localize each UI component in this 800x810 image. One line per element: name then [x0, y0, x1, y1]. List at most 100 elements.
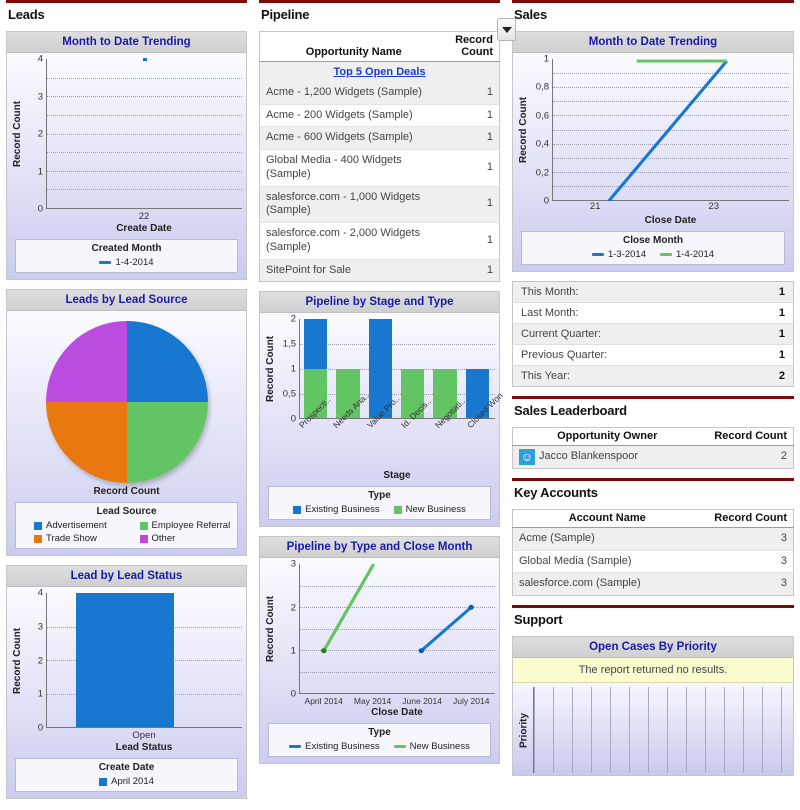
chart-body: Record Count 2 1,5 1 0,5 0 Prospecti.. N…: [260, 313, 505, 527]
y-tick: 0: [37, 203, 43, 215]
section-title-sales-leaderboard: Sales Leaderboard: [514, 403, 627, 418]
metric-row-this-month[interactable]: This Month: 1: [512, 281, 794, 303]
y-axis-ticks: 2 1,5 1 0,5 0: [277, 314, 299, 425]
x-tick: May 2014: [353, 696, 392, 707]
y-axis-label: Record Count: [12, 627, 23, 694]
column-sales: Sales Month to Date Trending Record Coun…: [497, 0, 800, 810]
cell-opportunity-name: Acme - 600 Widgets (Sample): [259, 126, 448, 150]
metric-row-this-year[interactable]: This Year: 2: [512, 365, 794, 387]
x-axis-ticks: April 2014 May 2014 June 2014 July 2014: [299, 694, 495, 706]
owner-name: Jacco Blankenspoor: [539, 450, 639, 462]
table-row[interactable]: Global Media (Sample) 3: [512, 550, 794, 574]
legend-item[interactable]: Employee Referral: [139, 520, 232, 531]
table-sales-metrics: This Month: 1 Last Month: 1 Current Quar…: [512, 281, 794, 387]
top-5-open-deals-link[interactable]: Top 5 Open Deals: [333, 66, 425, 78]
table-row[interactable]: Acme (Sample) 3: [512, 527, 794, 551]
chart-pipeline-by-type-and-close-month[interactable]: Pipeline by Type and Close Month Record …: [259, 536, 500, 765]
chart-body: Record Count 4 3 2 1 0: [7, 53, 246, 279]
metric-value: 1: [742, 344, 794, 366]
panel-collapse-handle[interactable]: [497, 18, 516, 41]
table-row[interactable]: Acme - 200 Widgets (Sample) 1: [259, 104, 500, 128]
chart-leads-by-lead-source[interactable]: Leads by Lead Source Record Count Lead S…: [6, 289, 247, 556]
legend-label: New Business: [405, 504, 466, 516]
legend-label: Existing Business: [305, 741, 380, 753]
y-axis-ticks: 3 2 1 0: [277, 559, 299, 700]
cell-record-count: 3: [701, 572, 794, 596]
section-title-support: Support: [514, 612, 563, 627]
metric-label: Last Month:: [512, 302, 743, 324]
x-tick: Open: [132, 730, 156, 741]
legend-item[interactable]: New Business: [393, 741, 470, 753]
cell-record-count: 1: [447, 259, 500, 282]
line-series-svg: [321, 564, 474, 654]
cell-record-count: 1: [447, 126, 500, 150]
line-existing-business: [420, 606, 473, 653]
y-axis-label: Record Count: [265, 596, 276, 663]
table-row[interactable]: Global Media - 400 Widgets (Sample) 1: [259, 149, 500, 187]
table-row[interactable]: SitePoint for Sale 1: [259, 259, 500, 282]
section-title-pipeline: Pipeline: [261, 7, 310, 22]
chart-body: Record Count Lead Source Advertisement E…: [7, 311, 246, 555]
metric-row-previous-quarter[interactable]: Previous Quarter: 1: [512, 344, 794, 366]
section-title-sales: Sales: [514, 7, 547, 22]
y-tick: 4: [37, 587, 43, 599]
table-row[interactable]: Acme - 600 Widgets (Sample) 1: [259, 126, 500, 150]
legend-item[interactable]: 1-4-2014: [99, 257, 154, 268]
chart-sales-month-to-date-trending[interactable]: Month to Date Trending Record Count 1 0,…: [512, 31, 794, 272]
column-header-opportunity-owner[interactable]: Opportunity Owner: [512, 427, 702, 446]
y-tick: 1: [37, 688, 43, 700]
y-tick: 2: [290, 313, 296, 325]
table-row[interactable]: salesforce.com - 2,000 Widgets (Sample) …: [259, 222, 500, 260]
cell-record-count: 2: [701, 445, 794, 469]
legend-item[interactable]: Existing Business: [289, 741, 380, 753]
legend-item[interactable]: Advertisement: [34, 520, 126, 531]
chart-legend: Create Date April 2014: [15, 758, 238, 792]
plot-area: [552, 59, 789, 201]
table-row[interactable]: ☺ Jacco Blankenspoor 2: [512, 445, 794, 469]
x-axis-ticks: 22: [46, 209, 242, 222]
legend-label: Advertisement: [46, 520, 107, 531]
table-header-row: Opportunity Name Record Count: [259, 31, 500, 62]
chart-lead-by-lead-status[interactable]: Lead by Lead Status Record Count 4 3 2 1…: [6, 565, 247, 799]
legend-item[interactable]: Existing Business: [293, 504, 380, 515]
legend-item[interactable]: Other: [139, 533, 232, 544]
chart-pipeline-by-stage-and-type[interactable]: Pipeline by Stage and Type Record Count …: [259, 291, 505, 528]
data-point: [142, 58, 147, 61]
legend-item[interactable]: April 2014: [99, 776, 154, 787]
metric-label: This Year:: [512, 365, 743, 387]
column-header-account-name[interactable]: Account Name: [512, 509, 702, 528]
chart-leads-month-to-date-trending[interactable]: Month to Date Trending Record Count 4 3 …: [6, 31, 247, 280]
plot-grid: [533, 687, 789, 773]
pie-chart[interactable]: [45, 321, 208, 483]
bar-open[interactable]: [76, 593, 174, 727]
metric-row-last-month[interactable]: Last Month: 1: [512, 302, 794, 324]
section-key-accounts: Key Accounts: [512, 477, 794, 504]
column-leads: Leads Month to Date Trending Record Coun…: [0, 0, 253, 810]
x-axis-ticks: Open: [46, 728, 242, 741]
chart-legend: Type Existing Business New Business: [268, 723, 491, 758]
column-header-record-count[interactable]: Record Count: [701, 509, 794, 528]
legend-swatch-icon: [293, 505, 302, 514]
legend-label: New Business: [409, 741, 470, 753]
table-row[interactable]: Acme - 1,200 Widgets (Sample) 1: [259, 81, 500, 105]
table-header-row: Opportunity Owner Record Count: [512, 427, 794, 446]
legend-item[interactable]: 1-3-2014: [591, 249, 646, 260]
legend-swatch-icon: [289, 745, 302, 749]
column-header-record-count[interactable]: Record Count: [447, 31, 500, 62]
column-header-record-count[interactable]: Record Count: [701, 427, 794, 446]
legend-item[interactable]: Trade Show: [34, 533, 126, 544]
chart-title: Pipeline by Stage and Type: [260, 292, 499, 314]
y-tick: 0,2: [535, 167, 549, 179]
legend-item[interactable]: 1-4-2014: [660, 249, 714, 260]
y-axis-ticks: 4 3 2 1 0: [24, 588, 46, 734]
legend-item[interactable]: New Business: [393, 504, 466, 516]
table-row[interactable]: salesforce.com (Sample) 3: [512, 572, 794, 596]
column-header-opportunity-name[interactable]: Opportunity Name: [259, 31, 448, 62]
x-tick: 22: [138, 211, 150, 222]
metric-row-current-quarter[interactable]: Current Quarter: 1: [512, 323, 794, 345]
y-axis-ticks: 1 0,8 0,6 0,4 0,2 0: [530, 54, 552, 207]
section-sales: Sales: [512, 0, 794, 26]
table-row[interactable]: salesforce.com - 1,000 Widgets (Sample) …: [259, 186, 500, 223]
chart-open-cases-by-priority[interactable]: Open Cases By Priority The report return…: [512, 636, 794, 776]
legend-swatch-icon: [34, 521, 42, 530]
